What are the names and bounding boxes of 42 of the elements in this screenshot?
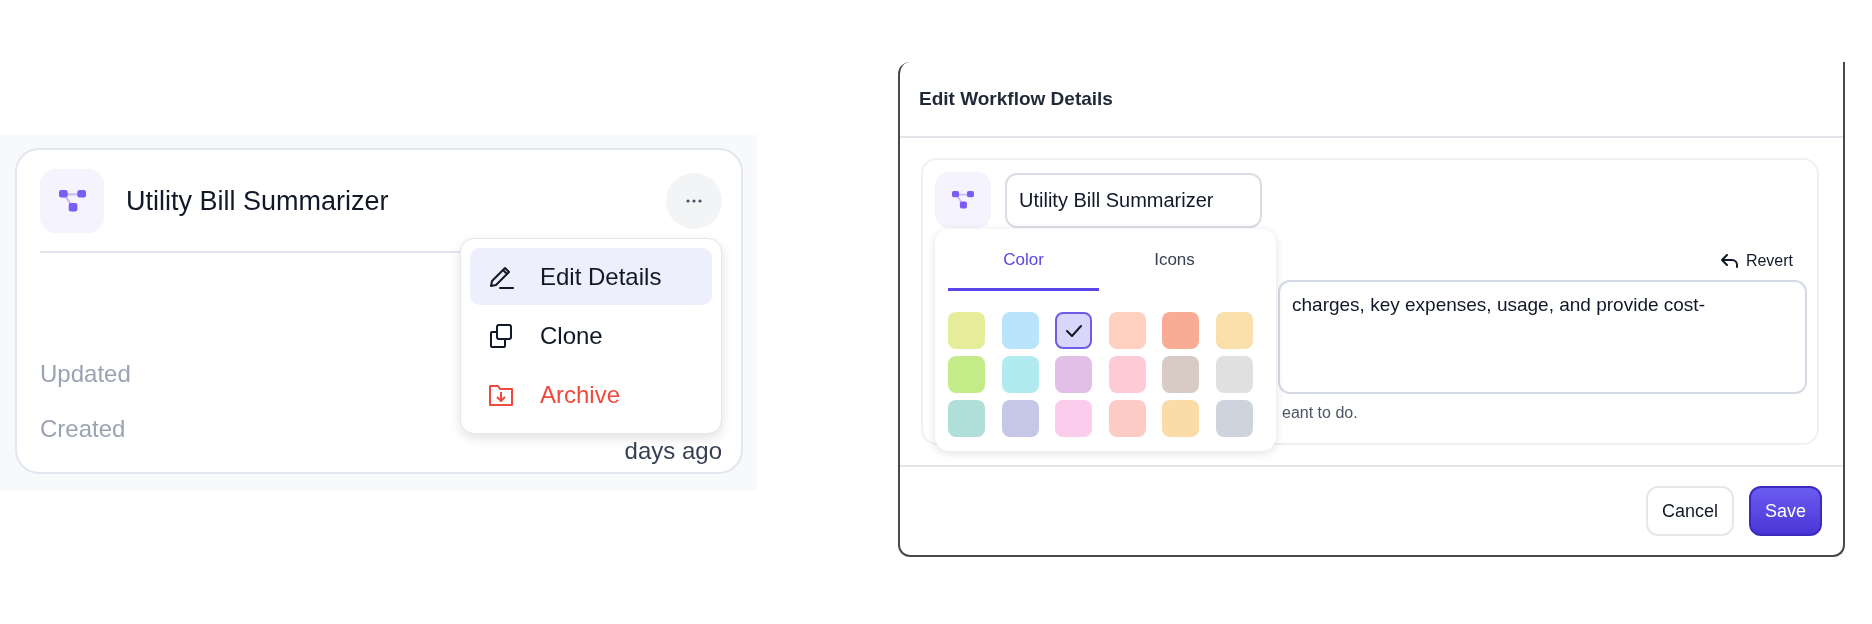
color-swatch[interactable]: [1108, 356, 1146, 393]
menu-item[interactable]: Edit Details: [470, 248, 712, 306]
meta-value: days ago: [624, 436, 722, 465]
helper-text: eant to do.: [1282, 404, 1359, 422]
menu-item[interactable]: Clone: [470, 307, 712, 365]
menu-item[interactable]: Archive: [470, 366, 712, 424]
color-swatch[interactable]: [1108, 400, 1146, 437]
color-swatch[interactable]: [1001, 356, 1039, 393]
check-icon: [1065, 324, 1082, 337]
meta-label: Updated: [40, 360, 131, 388]
tab[interactable]: Icons: [1099, 229, 1250, 291]
color-swatch[interactable]: [1162, 356, 1199, 393]
undo-icon: [1720, 254, 1738, 268]
color-swatch[interactable]: [1108, 312, 1146, 349]
color-swatch[interactable]: [1055, 400, 1092, 437]
color-swatch[interactable]: [1055, 356, 1092, 393]
more-icon: [686, 199, 702, 203]
folder-download-icon: [488, 383, 514, 408]
color-swatch[interactable]: [1162, 400, 1199, 437]
save-button[interactable]: Save: [1748, 486, 1822, 536]
color-swatch[interactable]: [1001, 312, 1039, 349]
color-swatch[interactable]: [1215, 312, 1253, 349]
workflow-icon: [952, 191, 974, 209]
dialog-title: Edit Workflow Details: [900, 62, 1843, 138]
revert-button[interactable]: Revert: [1720, 252, 1793, 270]
copy-icon: [488, 323, 514, 349]
meta-label: Created: [40, 415, 126, 443]
name-field[interactable]: Utility Bill Summarizer: [1005, 172, 1262, 228]
description-field[interactable]: charges, key expenses, usage, and provide cost-: [1278, 280, 1807, 394]
workflow-icon-tile[interactable]: [935, 172, 991, 228]
color-swatch[interactable]: [948, 356, 985, 393]
color-swatch[interactable]: [948, 312, 985, 349]
color-swatch[interactable]: [1055, 312, 1092, 349]
tab[interactable]: Color: [948, 229, 1099, 291]
color-swatch[interactable]: [1001, 400, 1039, 437]
workflow-icon: [58, 190, 86, 212]
color-swatch[interactable]: [948, 400, 985, 437]
cancel-button[interactable]: Cancel: [1645, 486, 1734, 536]
color-swatch[interactable]: [1162, 312, 1199, 349]
workflow-title: Utility Bill Summarizer: [126, 185, 389, 217]
color-swatch[interactable]: [1215, 356, 1253, 393]
color-swatch[interactable]: [1215, 400, 1253, 437]
